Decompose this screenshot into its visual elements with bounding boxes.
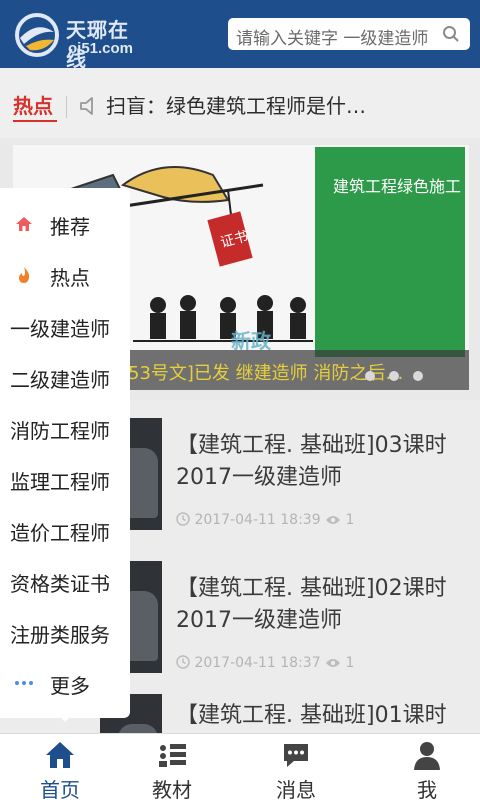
user-icon — [414, 742, 440, 770]
home-icon — [46, 742, 74, 768]
course-meta: 2017-04-11 18:37 1 — [176, 655, 354, 671]
menu-item-recommend[interactable]: 推荐 — [0, 200, 130, 246]
menu-item-label: 二级建造师 — [10, 368, 110, 392]
chat-icon — [284, 744, 308, 767]
menu-item-registration-services[interactable]: 注册类服务 — [0, 608, 130, 654]
menu-item-qualification-certs[interactable]: 资格类证书 — [0, 557, 130, 603]
tab-home[interactable]: 首页 — [0, 734, 120, 800]
book-title: 建筑工程绿色施工 — [333, 177, 462, 196]
menu-item-label: 注册类服务 — [10, 623, 110, 647]
tab-messages[interactable]: 消息 — [236, 734, 356, 800]
bottom-tab-bar: 首页 教材 消息 我 — [0, 733, 480, 800]
clock-icon — [176, 512, 190, 526]
carousel-dot[interactable] — [365, 371, 375, 381]
course-title: 【建筑工程. 基础班]01课时 — [176, 703, 447, 728]
menu-item-hot[interactable]: 热点 — [0, 251, 130, 297]
eye-icon — [326, 659, 341, 667]
flame-icon — [19, 267, 30, 283]
search-placeholder: 请输入关键字 一级建造师 — [236, 29, 429, 49]
home-icon — [16, 217, 32, 231]
hot-underline — [13, 120, 57, 122]
tab-label: 首页 — [40, 778, 80, 800]
logo[interactable]: 天琊在线 oi51.com — [14, 10, 144, 71]
app-header: 天琊在线 oi51.com 请输入关键字 一级建造师 — [0, 0, 480, 71]
menu-item-second-class-builder[interactable]: 二级建造师 — [0, 353, 130, 399]
divider — [66, 96, 67, 118]
menu-item-label: 资格类证书 — [10, 572, 110, 596]
menu-caret — [56, 712, 74, 722]
tab-label: 我 — [417, 778, 437, 800]
menu-item-label: 热点 — [50, 266, 90, 290]
search-input[interactable]: 请输入关键字 一级建造师 — [228, 18, 470, 50]
speaker-icon — [80, 97, 93, 115]
hot-news-bar: 热点 扫盲：绿色建筑工程师是什… — [0, 68, 480, 138]
carousel-dot[interactable] — [413, 371, 423, 381]
menu-item-label: 消防工程师 — [10, 419, 110, 443]
clock-icon — [176, 655, 190, 669]
banner-caption-text[interactable]: 53号文]已发 继建造师 消防之后… — [128, 359, 403, 385]
hot-headline[interactable]: 扫盲：绿色建筑工程师是什… — [106, 90, 366, 119]
search-icon[interactable] — [442, 25, 460, 43]
menu-item-label: 推荐 — [50, 215, 90, 239]
tab-label: 教材 — [152, 778, 192, 800]
list-icon — [159, 744, 186, 767]
course-date: 2017-04-11 18:39 — [194, 512, 321, 528]
course-meta: 2017-04-11 18:39 1 — [176, 512, 354, 528]
tab-textbooks[interactable]: 教材 — [112, 734, 232, 800]
category-menu: 推荐 热点 一级建造师 二级建造师 消防工程师 监理工程师 造价工程师 资格类证… — [0, 188, 130, 718]
menu-item-label: 监理工程师 — [10, 470, 110, 494]
menu-item-label: 造价工程师 — [10, 521, 110, 545]
tab-label: 消息 — [276, 778, 316, 800]
menu-item-fire-engineer[interactable]: 消防工程师 — [0, 404, 130, 450]
course-title: 【建筑工程. 基础班]03课时 2017一级建造师 — [176, 433, 447, 490]
eye-icon — [326, 516, 341, 524]
hot-label[interactable]: 热点 — [13, 90, 53, 119]
course-views: 1 — [345, 655, 355, 671]
logo-mark-icon — [15, 13, 59, 57]
menu-item-cost-engineer[interactable]: 造价工程师 — [0, 506, 130, 552]
carousel-dot[interactable] — [389, 371, 399, 381]
book-cover: 建筑工程绿色施工 — [315, 147, 465, 357]
menu-item-label: 一级建造师 — [10, 317, 110, 341]
menu-item-supervision-engineer[interactable]: 监理工程师 — [0, 455, 130, 501]
carousel-dots — [365, 366, 437, 385]
course-date: 2017-04-11 18:37 — [194, 655, 321, 671]
logo-domain: oi51.com — [68, 40, 134, 57]
tab-me[interactable]: 我 — [367, 734, 480, 800]
course-title: 【建筑工程. 基础班]02课时 2017一级建造师 — [176, 576, 447, 633]
more-dots-icon — [15, 681, 33, 685]
menu-item-more[interactable]: 更多 — [0, 659, 130, 705]
menu-item-label: 更多 — [50, 674, 90, 698]
menu-item-first-class-builder[interactable]: 一级建造师 — [0, 302, 130, 348]
course-views: 1 — [345, 512, 355, 528]
